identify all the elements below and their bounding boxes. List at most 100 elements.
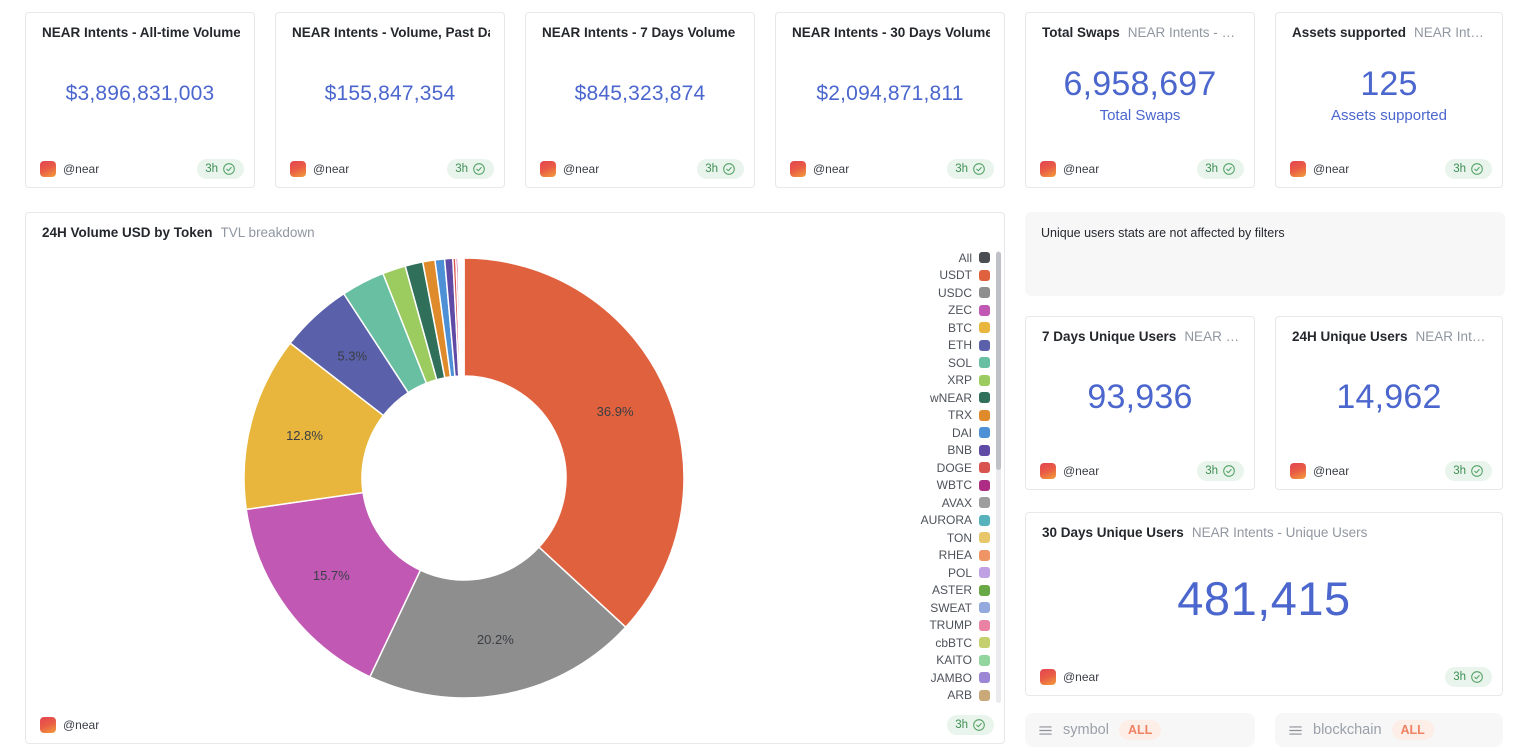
author-handle: @near bbox=[1313, 162, 1349, 176]
legend-swatch bbox=[979, 445, 990, 456]
legend-item-TRX[interactable]: TRX bbox=[921, 407, 990, 425]
legend-item-XRP[interactable]: XRP bbox=[921, 372, 990, 390]
legend-item-KAITO[interactable]: KAITO bbox=[921, 652, 990, 670]
stat-value: 6,958,697 bbox=[1063, 65, 1216, 104]
author-link[interactable]: @near bbox=[1040, 161, 1099, 177]
stat-value-label: Assets supported bbox=[1331, 107, 1447, 124]
legend-scrollbar[interactable] bbox=[996, 251, 1001, 703]
near-avatar-icon bbox=[290, 161, 306, 177]
legend-swatch bbox=[979, 602, 990, 613]
legend-item-SWEAT[interactable]: SWEAT bbox=[921, 599, 990, 617]
legend-item-All[interactable]: All bbox=[921, 249, 990, 267]
chart-legend[interactable]: AllUSDT USDCZECBTCETHSOLXRPwNEAR TRXDAI BNB… bbox=[921, 249, 990, 704]
filter-value-badge[interactable]: ALL bbox=[1119, 720, 1161, 740]
refresh-badge[interactable]: 3h bbox=[1445, 159, 1492, 179]
verified-check-icon bbox=[472, 162, 486, 176]
legend-swatch bbox=[979, 655, 990, 666]
near-avatar-icon bbox=[40, 161, 56, 177]
legend-label: JAMBO bbox=[931, 671, 972, 685]
refresh-badge[interactable]: 3h bbox=[947, 715, 994, 735]
legend-item-AVAX[interactable]: AVAX bbox=[921, 494, 990, 512]
legend-item-JAMBO[interactable]: JAMBO bbox=[921, 669, 990, 687]
refresh-badge[interactable]: 3h bbox=[697, 159, 744, 179]
legend-swatch bbox=[979, 287, 990, 298]
legend-label: AVAX bbox=[942, 496, 972, 510]
near-avatar-icon bbox=[790, 161, 806, 177]
slice-percent-label: 12.8% bbox=[286, 428, 323, 443]
author-link[interactable]: @near bbox=[1040, 669, 1099, 685]
verified-check-icon bbox=[1222, 464, 1236, 478]
author-link[interactable]: @near bbox=[1290, 161, 1349, 177]
filter-value-badge[interactable]: ALL bbox=[1392, 720, 1434, 740]
filter-blockchain[interactable]: blockchain ALL bbox=[1275, 713, 1503, 747]
age-text: 3h bbox=[1205, 465, 1218, 477]
refresh-badge[interactable]: 3h bbox=[447, 159, 494, 179]
legend-item-ARB[interactable]: ARB bbox=[921, 687, 990, 705]
author-link[interactable]: @near bbox=[1290, 463, 1349, 479]
legend-item-ZEC[interactable]: ZEC bbox=[921, 302, 990, 320]
age-text: 3h bbox=[1205, 163, 1218, 175]
author-link[interactable]: @near bbox=[40, 161, 99, 177]
legend-label: SWEAT bbox=[930, 601, 972, 615]
slice-percent-label: 36.9% bbox=[597, 404, 634, 419]
legend-item-BNB[interactable]: BNB bbox=[921, 442, 990, 460]
author-handle: @near bbox=[563, 162, 599, 176]
legend-label: DAI bbox=[952, 426, 972, 440]
legend-label: ARB bbox=[947, 688, 972, 702]
legend-item-USDT[interactable]: USDT bbox=[921, 267, 990, 285]
filter-symbol[interactable]: symbol ALL bbox=[1025, 713, 1255, 747]
legend-item-ASTER[interactable]: ASTER bbox=[921, 582, 990, 600]
legend-swatch bbox=[979, 410, 990, 421]
donut-slice-USDT[interactable] bbox=[464, 258, 684, 627]
panel-total-swaps: Total SwapsNEAR Intents - Stats 6,958,69… bbox=[1025, 12, 1255, 188]
refresh-badge[interactable]: 3h bbox=[1445, 461, 1492, 481]
panel-all-time-volume: NEAR Intents - All-time Volume $3,896,83… bbox=[25, 12, 255, 188]
legend-item-TRUMP[interactable]: TRUMP bbox=[921, 617, 990, 635]
filter-label: blockchain bbox=[1313, 722, 1382, 738]
author-link[interactable]: @near bbox=[1040, 463, 1099, 479]
author-link[interactable]: @near bbox=[790, 161, 849, 177]
legend-swatch bbox=[979, 427, 990, 438]
near-avatar-icon bbox=[1290, 161, 1306, 177]
legend-item-ETH[interactable]: ETH bbox=[921, 337, 990, 355]
donut-chart[interactable]: 36.9%20.2%15.7%12.8%5.3% bbox=[26, 213, 1004, 743]
legend-swatch bbox=[979, 585, 990, 596]
legend-item-DAI[interactable]: DAI bbox=[921, 424, 990, 442]
legend-item-SOL[interactable]: SOL bbox=[921, 354, 990, 372]
refresh-badge[interactable]: 3h bbox=[1197, 461, 1244, 481]
legend-item-POL[interactable]: POL bbox=[921, 564, 990, 582]
legend-item-TON[interactable]: TON bbox=[921, 529, 990, 547]
panel-30d-volume: NEAR Intents - 30 Days Volume $2,094,871… bbox=[775, 12, 1005, 188]
slice-percent-label: 5.3% bbox=[337, 349, 367, 364]
legend-item-BTC[interactable]: BTC bbox=[921, 319, 990, 337]
author-link[interactable]: @near bbox=[540, 161, 599, 177]
legend-item-WBTC[interactable]: WBTC bbox=[921, 477, 990, 495]
legend-item-RHEA[interactable]: RHEA bbox=[921, 547, 990, 565]
legend-swatch bbox=[979, 532, 990, 543]
refresh-badge[interactable]: 3h bbox=[947, 159, 994, 179]
author-handle: @near bbox=[63, 162, 99, 176]
legend-swatch bbox=[979, 305, 990, 316]
legend-swatch bbox=[979, 550, 990, 561]
stat-value-label: Total Swaps bbox=[1100, 107, 1181, 124]
refresh-badge[interactable]: 3h bbox=[1197, 159, 1244, 179]
legend-item-cbBTC[interactable]: cbBTC bbox=[921, 634, 990, 652]
legend-label: wNEAR bbox=[930, 391, 972, 405]
stat-value: $2,094,871,811 bbox=[816, 82, 963, 106]
age-text: 3h bbox=[1453, 465, 1466, 477]
legend-label: RHEA bbox=[939, 548, 972, 562]
refresh-badge[interactable]: 3h bbox=[1445, 667, 1492, 687]
legend-item-USDC[interactable]: USDC bbox=[921, 284, 990, 302]
legend-scrollbar-thumb[interactable] bbox=[996, 252, 1001, 470]
author-link[interactable]: @near bbox=[40, 717, 99, 733]
legend-item-AURORA[interactable]: AURORA bbox=[921, 512, 990, 530]
legend-item-wNEAR[interactable]: wNEAR bbox=[921, 389, 990, 407]
legend-label: USDT bbox=[939, 268, 972, 282]
author-handle: @near bbox=[63, 718, 99, 732]
legend-item-DOGE[interactable]: DOGE bbox=[921, 459, 990, 477]
legend-swatch bbox=[979, 462, 990, 473]
near-avatar-icon bbox=[540, 161, 556, 177]
stat-value: 481,415 bbox=[1177, 571, 1350, 626]
author-link[interactable]: @near bbox=[290, 161, 349, 177]
refresh-badge[interactable]: 3h bbox=[197, 159, 244, 179]
